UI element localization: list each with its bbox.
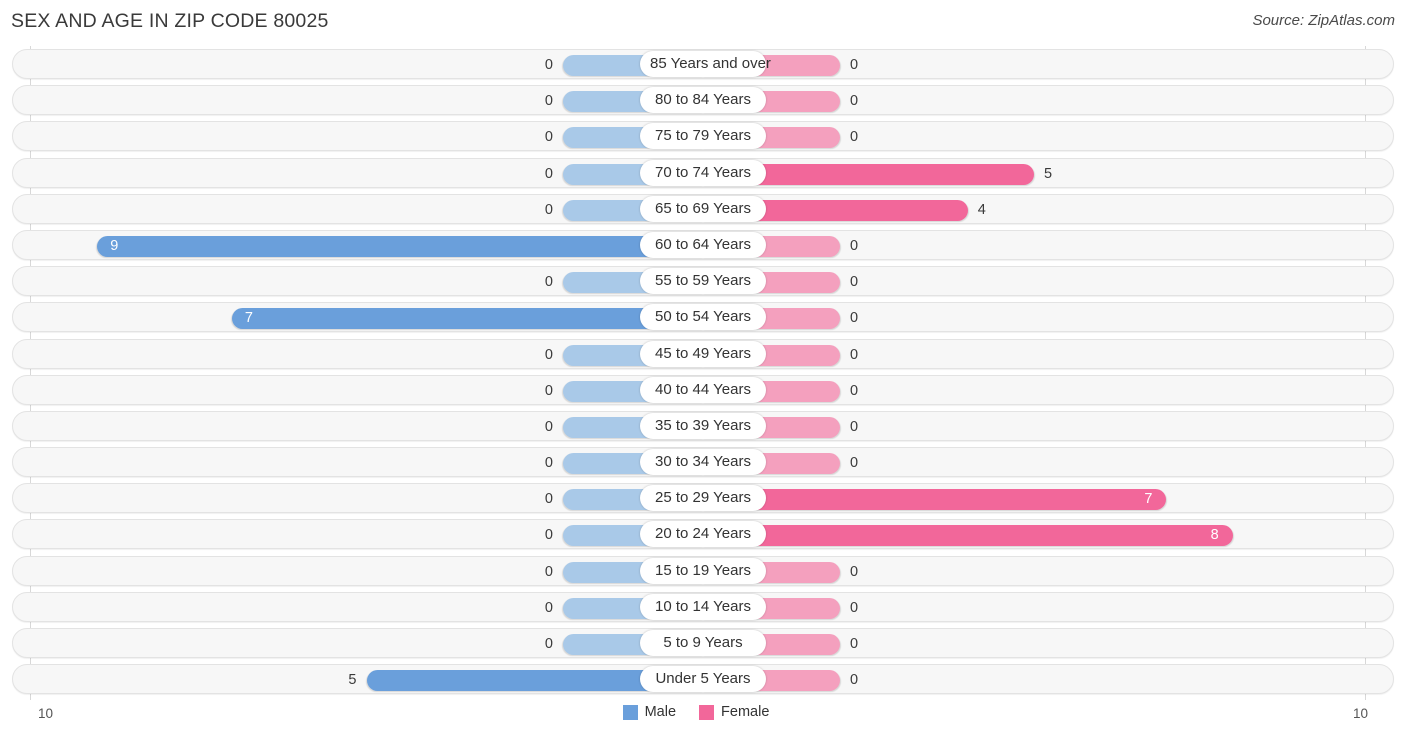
chart-row: 7 0 50 to 54 Years (0, 299, 1406, 335)
value-male: 0 (544, 346, 553, 363)
chart-row: 0 0 75 to 79 Years (0, 118, 1406, 154)
age-group-label: 65 to 69 Years (640, 195, 766, 222)
value-female: 0 (850, 129, 859, 146)
age-group-label: 45 to 49 Years (640, 340, 766, 367)
age-group-label: 35 to 39 Years (640, 412, 766, 439)
value-female: 0 (850, 672, 859, 689)
age-group-label: 70 to 74 Years (640, 159, 766, 186)
age-group-label: 5 to 9 Years (640, 630, 766, 656)
value-male: 0 (544, 418, 553, 435)
value-male: 7 (244, 310, 253, 327)
value-male: 0 (544, 274, 553, 291)
chart-row: 0 0 45 to 49 Years (0, 336, 1406, 372)
value-female: 0 (850, 274, 859, 291)
value-female: 0 (850, 57, 859, 73)
value-female: 0 (850, 310, 859, 327)
chart-row: 0 0 5 to 9 Years (0, 625, 1406, 661)
age-group-label: 40 to 44 Years (640, 376, 766, 403)
chart-row: 0 0 85 Years and over (0, 46, 1406, 82)
value-female: 0 (850, 636, 859, 652)
chart-row: 0 0 35 to 39 Years (0, 408, 1406, 444)
value-female: 0 (850, 382, 859, 399)
page-title: SEX AND AGE IN ZIP CODE 80025 (11, 10, 329, 32)
value-female: 0 (850, 418, 859, 435)
legend-item[interactable]: Female (699, 704, 769, 720)
chart-row: 0 8 20 to 24 Years (0, 516, 1406, 552)
population-pyramid-plot: 0 0 85 Years and over 0 0 80 to 84 Years 0 0 75 … (0, 46, 1406, 700)
bar-female[interactable] (703, 525, 1233, 547)
age-group-label: 60 to 64 Years (640, 231, 766, 258)
age-group-label: Under 5 Years (640, 666, 766, 693)
chart-legend: Male Female (0, 704, 1406, 720)
legend-label: Male (644, 704, 677, 720)
value-male: 0 (544, 93, 553, 110)
legend-swatch-icon (622, 704, 638, 720)
age-group-label: 20 to 24 Years (640, 521, 766, 548)
value-male: 0 (544, 599, 553, 616)
value-male: 0 (544, 382, 553, 399)
chart-row: 0 0 30 to 34 Years (0, 444, 1406, 480)
age-group-label: 25 to 29 Years (640, 485, 766, 512)
value-female: 0 (850, 563, 859, 580)
value-male: 0 (544, 527, 553, 544)
value-female: 8 (1210, 527, 1219, 544)
legend-label: Female (721, 704, 770, 720)
chart-row: 5 0 Under 5 Years (0, 661, 1406, 697)
value-male: 0 (544, 491, 553, 508)
bar-male[interactable] (231, 308, 703, 330)
age-group-label: 30 to 34 Years (640, 449, 766, 476)
value-female: 0 (850, 93, 859, 110)
age-group-label: 15 to 19 Years (640, 557, 766, 584)
source-attribution: Source: ZipAtlas.com (1252, 12, 1395, 29)
age-group-label: 85 Years and over (640, 51, 771, 77)
value-female: 7 (1144, 491, 1153, 508)
chart-header: SEX AND AGE IN ZIP CODE 80025 Source: Zi… (0, 0, 1406, 46)
value-female: 5 (1044, 165, 1053, 182)
chart-footer: 10 10 Male Female (0, 700, 1406, 740)
value-male: 0 (544, 636, 553, 652)
value-male: 9 (110, 237, 119, 254)
chart-row: 9 0 60 to 64 Years (0, 227, 1406, 263)
value-female: 0 (850, 455, 859, 472)
value-male: 5 (348, 672, 357, 689)
age-group-label: 80 to 84 Years (640, 87, 766, 114)
value-male: 0 (544, 165, 553, 182)
value-female: 0 (850, 237, 859, 254)
bar-male[interactable] (97, 235, 703, 257)
legend-swatch-icon (699, 704, 715, 720)
value-male: 0 (544, 455, 553, 472)
age-group-label: 75 to 79 Years (640, 123, 766, 150)
chart-row: 0 0 15 to 19 Years (0, 553, 1406, 589)
legend-item[interactable]: Male (622, 704, 677, 720)
value-male: 0 (544, 201, 553, 218)
chart-row: 0 4 65 to 69 Years (0, 191, 1406, 227)
value-male: 0 (544, 129, 553, 146)
chart-row: 0 0 55 to 59 Years (0, 263, 1406, 299)
value-female: 0 (850, 599, 859, 616)
age-group-label: 50 to 54 Years (640, 304, 766, 331)
bar-female[interactable] (703, 489, 1167, 511)
chart-row: 0 0 80 to 84 Years (0, 82, 1406, 118)
age-group-label: 55 to 59 Years (640, 268, 766, 295)
chart-row: 0 5 70 to 74 Years (0, 155, 1406, 191)
age-group-label: 10 to 14 Years (640, 593, 766, 620)
value-female: 0 (850, 346, 859, 363)
value-female: 4 (977, 201, 986, 218)
value-male: 0 (544, 563, 553, 580)
chart-rows: 0 0 85 Years and over 0 0 80 to 84 Years 0 0 75 … (0, 46, 1406, 697)
value-male: 0 (544, 57, 553, 73)
chart-row: 0 0 40 to 44 Years (0, 372, 1406, 408)
chart-row: 0 0 10 to 14 Years (0, 589, 1406, 625)
chart-row: 0 7 25 to 29 Years (0, 480, 1406, 516)
